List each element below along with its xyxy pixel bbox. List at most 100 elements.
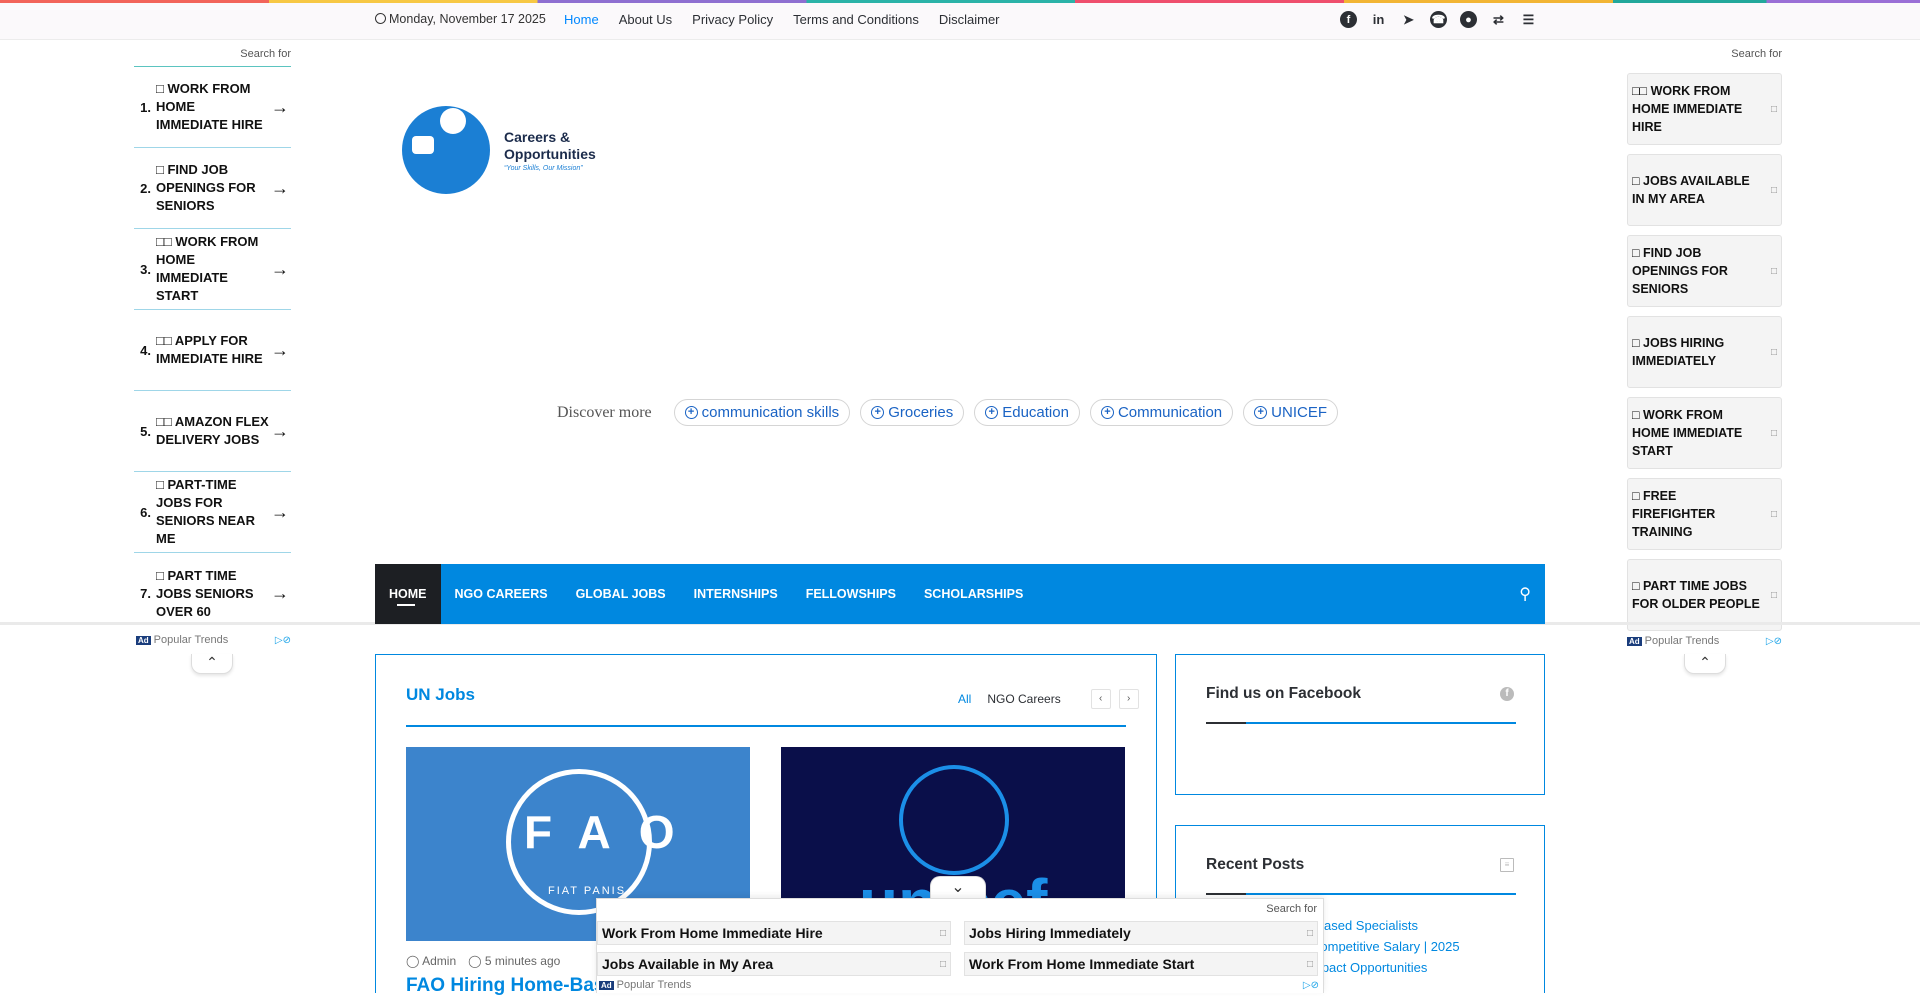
right-ad-collapse-button[interactable]: ⌃ — [1684, 654, 1726, 674]
right-ad-item[interactable]: □ JOBS HIRING IMMEDIATELY □ — [1627, 316, 1782, 388]
discover-chip[interactable]: + Education — [974, 399, 1080, 426]
filter-ngo-careers[interactable]: NGO Careers — [987, 692, 1060, 706]
next-page-button[interactable]: › — [1118, 689, 1139, 709]
right-ad-item[interactable]: □ JOBS AVAILABLE IN MY AREA □ — [1627, 154, 1782, 226]
main-nav-ngo-careers[interactable]: NGO CAREERS — [441, 564, 562, 624]
recent-post-link[interactable]: -Based Specialists — [1311, 915, 1460, 936]
bottom-ad-item[interactable]: Work From Home Immediate Hire □ — [597, 921, 951, 945]
plus-circle-icon: + — [1100, 406, 1114, 419]
linkedin-icon[interactable]: in — [1370, 11, 1387, 28]
chevron-right-icon: □ — [1770, 103, 1777, 115]
chevron-up-icon: ⌃ — [1699, 654, 1711, 670]
recent-post-link[interactable]: Competitive Salary | 2025 — [1311, 936, 1460, 957]
main-nav-global-jobs[interactable]: GLOBAL JOBS — [562, 564, 680, 624]
left-ad-item[interactable]: 3. □□ WORK FROM HOME IMMEDIATE START → — [134, 229, 291, 310]
right-ad-footer: Ad Popular Trends ▷⊘ — [1627, 635, 1782, 647]
logo-line-2: Opportunities — [504, 145, 596, 162]
chevron-right-icon: □ — [939, 927, 946, 939]
whatsapp-icon[interactable]: ☎ — [1430, 11, 1447, 28]
bottom-ad-item[interactable]: Jobs Hiring Immediately □ — [964, 921, 1318, 945]
section-filters: All NGO Careers ‹ › — [958, 689, 1139, 709]
right-ad-label: □ FIND JOB OPENINGS FOR SENIORS — [1632, 246, 1728, 296]
bottom-ad-item[interactable]: Jobs Available in My Area □ — [597, 952, 951, 976]
main-nav-fellowships[interactable]: FELLOWSHIPS — [792, 564, 910, 624]
left-ad-item[interactable]: 4. □□ APPLY FOR IMMEDIATE HIRE → — [134, 310, 291, 391]
left-ad-item[interactable]: 6. □ PART-TIME JOBS FOR SENIORS NEAR ME → — [134, 472, 291, 553]
top-nav-home[interactable]: Home — [564, 12, 599, 27]
discover-more: Discover more + communication skills + Gro… — [557, 399, 1338, 426]
main-nav-scholarships[interactable]: SCHOLARSHIPS — [910, 564, 1037, 624]
top-nav-disclaimer[interactable]: Disclaimer — [939, 12, 1000, 27]
arrow-right-icon: → — [271, 583, 289, 603]
chip-label: UNICEF — [1271, 404, 1327, 421]
unicef-globe-icon — [899, 765, 1009, 875]
chevron-right-icon: □ — [1770, 346, 1777, 358]
telegram-icon[interactable]: ➤ — [1400, 11, 1417, 28]
top-nav-terms[interactable]: Terms and Conditions — [793, 12, 919, 27]
left-ad-item[interactable]: 1. □ WORK FROM HOME IMMEDIATE HIRE → — [134, 67, 291, 148]
bottom-ad-item[interactable]: Work From Home Immediate Start □ — [964, 952, 1318, 976]
discover-chip[interactable]: + Groceries — [860, 399, 965, 426]
filter-all[interactable]: All — [958, 692, 971, 706]
post-meta: ◯ Admin ◯ 5 minutes ago — [406, 954, 560, 968]
right-ad-sidebar: Search for □□ WORK FROM HOME IMMEDIATE H… — [1627, 48, 1782, 640]
right-ad-item[interactable]: □□ WORK FROM HOME IMMEDIATE HIRE □ — [1627, 73, 1782, 145]
main-nav-internships[interactable]: INTERNSHIPS — [680, 564, 792, 624]
author-name: Admin — [422, 954, 457, 968]
left-ad-label: □□ AMAZON FLEX DELIVERY JOBS — [156, 414, 269, 447]
menu-icon[interactable]: ☰ — [1520, 11, 1537, 28]
shuffle-icon[interactable]: ⇄ — [1490, 11, 1507, 28]
search-icon[interactable]: ⚲ — [1519, 584, 1531, 604]
left-ad-collapse-button[interactable]: ⌃ — [191, 654, 233, 674]
top-nav-about[interactable]: About Us — [619, 12, 672, 27]
left-ad-num: 2. — [140, 180, 151, 196]
arrow-right-icon: → — [271, 258, 289, 279]
post-title-link[interactable]: FAO Hiring Home-Based — [406, 975, 627, 997]
recent-post-link[interactable]: mpact Opportunities — [1311, 957, 1460, 978]
right-ad-item[interactable]: □ PART TIME JOBS FOR OLDER PEOPLE □ — [1627, 559, 1782, 631]
adchoices-icon[interactable]: ▷⊘ — [1766, 636, 1782, 647]
pagination: ‹ › — [1090, 689, 1139, 709]
prev-page-button[interactable]: ‹ — [1090, 689, 1111, 709]
left-ad-item[interactable]: 5. □□ AMAZON FLEX DELIVERY JOBS → — [134, 391, 291, 472]
chevron-right-icon: □ — [1770, 265, 1777, 277]
right-ad-item[interactable]: □ WORK FROM HOME IMMEDIATE START □ — [1627, 397, 1782, 469]
bottom-ad-collapse-button[interactable]: ⌄ — [930, 876, 986, 900]
section-underline — [406, 725, 1126, 727]
left-ad-search-label: Search for — [134, 48, 291, 67]
social-icons: f in ➤ ☎ ● ⇄ ☰ — [1340, 11, 1537, 28]
document-icon: ≡ — [1500, 858, 1514, 872]
right-ad-item[interactable]: □ FIND JOB OPENINGS FOR SENIORS □ — [1627, 235, 1782, 307]
bottom-ad-search-label: Search for — [1266, 903, 1317, 915]
discover-chip[interactable]: + Communication — [1089, 399, 1234, 426]
post-time-text: 5 minutes ago — [484, 954, 561, 968]
facebook-widget: Find us on Facebook f — [1175, 654, 1545, 795]
adchoices-icon[interactable]: ▷⊘ — [1303, 980, 1319, 991]
discover-chip[interactable]: + communication skills — [673, 399, 851, 426]
top-nav: Home About Us Privacy Policy Terms and C… — [564, 12, 1000, 27]
arrow-right-icon: → — [271, 177, 289, 198]
left-ad-num: 4. — [140, 342, 151, 358]
fao-logo-letters: FAO — [524, 806, 703, 858]
author[interactable]: ◯ Admin — [406, 954, 456, 968]
left-ad-item[interactable]: 2. □ FIND JOB OPENINGS FOR SENIORS → — [134, 148, 291, 229]
site-logo[interactable]: Careers & Opportunities “Your Skills, Ou… — [376, 80, 632, 220]
facebook-icon[interactable]: f — [1340, 11, 1357, 28]
user-icon[interactable]: ● — [1460, 11, 1477, 28]
right-ad-label: □ JOBS HIRING IMMEDIATELY — [1632, 336, 1725, 368]
arrow-right-icon: → — [271, 420, 289, 441]
plus-circle-icon: + — [684, 406, 698, 419]
right-ad-item[interactable]: □ FREE FIREFIGHTER TRAINING □ — [1627, 478, 1782, 550]
chevron-right-icon: □ — [1770, 184, 1777, 196]
main-nav-home[interactable]: HOME — [375, 564, 441, 624]
left-ad-label: □ WORK FROM HOME IMMEDIATE HIRE — [156, 81, 263, 132]
right-ad-label: □ PART TIME JOBS FOR OLDER PEOPLE — [1632, 579, 1760, 611]
top-nav-privacy[interactable]: Privacy Policy — [692, 12, 773, 27]
chip-label: Groceries — [888, 404, 954, 421]
discover-chip[interactable]: + UNICEF — [1243, 399, 1338, 426]
adchoices-icon[interactable]: ▷⊘ — [275, 635, 291, 646]
logo-text: Careers & Opportunities “Your Skills, Ou… — [504, 129, 596, 172]
fao-logo-motto: FIAT PANIS — [548, 885, 627, 897]
chevron-right-icon: □ — [939, 958, 946, 970]
plus-circle-icon: + — [871, 406, 885, 419]
